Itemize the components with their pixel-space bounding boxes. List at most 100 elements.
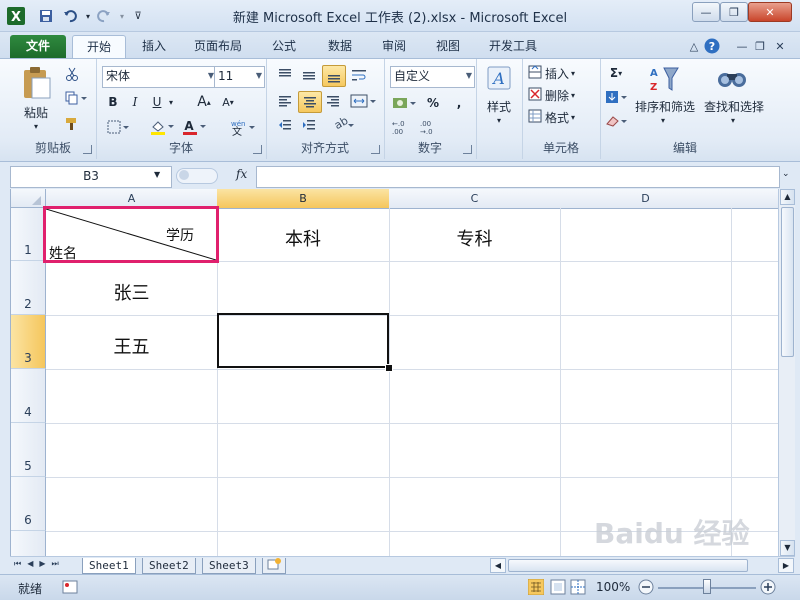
paste-button-label[interactable]: 粘贴 [16,103,56,121]
find-select-icon[interactable] [712,63,752,95]
tab-page-layout[interactable]: 页面布局 [186,35,250,58]
vertical-scroll-thumb[interactable] [781,207,794,357]
row-header-6[interactable]: 6 [11,477,46,531]
align-center-icon[interactable] [298,91,322,113]
normal-view-icon[interactable] [527,578,545,598]
orientation-icon[interactable]: ab [326,115,356,135]
clear-icon[interactable] [604,111,628,131]
copy-icon[interactable] [62,89,90,107]
borders-icon[interactable] [104,117,132,137]
row-header-7-partial[interactable] [11,531,46,556]
sheet-tab-2[interactable]: Sheet2 [142,558,196,574]
fill-handle[interactable] [385,364,393,372]
font-launcher-icon[interactable] [253,145,262,154]
format-painter-icon[interactable] [62,115,82,133]
sheet-tab-1[interactable]: Sheet1 [82,558,136,574]
fill-color-icon[interactable] [148,117,176,137]
align-left-icon[interactable] [274,91,296,111]
number-format-combo[interactable]: 自定义 ▼ [390,66,475,88]
align-middle-icon[interactable] [298,65,320,85]
align-bottom-icon[interactable] [322,65,346,87]
insert-function-icon[interactable]: fx [236,167,247,181]
increase-font-icon[interactable]: A ▴ [194,93,214,111]
column-header-d[interactable]: D [560,189,732,209]
underline-icon[interactable]: U [148,93,166,111]
fill-icon[interactable] [604,87,628,107]
sort-filter-label[interactable]: 排序和筛选 [630,97,700,115]
italic-icon[interactable]: I [126,93,144,111]
styles-icon[interactable]: A [484,63,514,93]
minimize-ribbon-icon[interactable]: △ [686,38,702,54]
number-format-dropdown-icon[interactable]: ▼ [466,67,472,85]
decrease-indent-icon[interactable] [274,115,296,135]
insert-sheet-icon[interactable] [262,558,286,574]
paste-dropdown-icon[interactable]: ▾ [26,121,46,131]
row-header-1[interactable]: 1 [11,208,46,261]
styles-button-label[interactable]: 样式 [478,97,520,115]
cell-c1[interactable]: 专科 [389,225,560,251]
currency-format-icon[interactable] [390,93,418,113]
zoom-level[interactable]: 100% [596,580,630,594]
help-icon[interactable]: ? [704,38,720,54]
comma-style-icon[interactable]: , [450,93,468,113]
formula-bar-splitter[interactable] [176,168,218,184]
font-size-combo[interactable]: 11 ▼ [214,66,265,88]
workbook-restore-icon[interactable]: ❐ [752,38,768,54]
phonetic-guide-icon[interactable]: wén 文 [226,117,256,137]
tab-review[interactable]: 审阅 [372,35,416,58]
percent-icon[interactable]: % [424,93,442,113]
page-layout-view-icon[interactable] [550,579,566,598]
macro-record-icon[interactable] [62,579,78,598]
formula-input[interactable] [256,166,780,188]
scroll-up-icon[interactable]: ▲ [780,189,795,205]
font-color-icon[interactable]: A [180,117,208,137]
scroll-down-icon[interactable]: ▼ [780,540,795,556]
cut-icon[interactable] [62,65,82,83]
increase-indent-icon[interactable] [298,115,320,135]
tab-file[interactable]: 文件 [10,35,66,58]
column-header-c[interactable]: C [389,189,561,209]
row-header-5[interactable]: 5 [11,423,46,477]
insert-cells-button[interactable]: 插入 ▾ [528,63,596,83]
bold-icon[interactable]: B [104,93,122,111]
decrease-font-icon[interactable]: A ▾ [218,93,238,111]
wrap-text-icon[interactable] [348,65,370,85]
styles-dropdown-icon[interactable]: ▾ [492,115,506,125]
row-header-2[interactable]: 2 [11,261,46,315]
tab-insert[interactable]: 插入 [134,35,174,58]
align-top-icon[interactable] [274,65,296,85]
sheet-nav-icons[interactable]: ⏮◀▶⏭ [14,559,65,569]
number-launcher-icon[interactable] [463,145,472,154]
tab-home[interactable]: 开始 [72,35,126,59]
row-header-3[interactable]: 3 [11,315,46,369]
row-header-4[interactable]: 4 [11,369,46,423]
increase-decimal-icon[interactable]: ←.0.00 [390,117,414,137]
expand-formula-bar-icon[interactable]: ⌄ [782,169,790,179]
active-cell-b3[interactable] [217,313,389,368]
cell-a3[interactable]: 王五 [46,333,217,359]
sheet-tab-3[interactable]: Sheet3 [202,558,256,574]
clipboard-launcher-icon[interactable] [83,145,92,154]
tab-data[interactable]: 数据 [318,35,362,58]
find-select-dropdown-icon[interactable]: ▾ [726,115,740,125]
name-box-dropdown-icon[interactable]: ▼ [154,170,160,179]
sort-filter-icon[interactable]: AZ [646,63,682,95]
font-name-combo[interactable]: 宋体 ▼ [102,66,217,88]
zoom-in-icon[interactable] [760,579,776,598]
zoom-slider-thumb[interactable] [703,579,711,594]
delete-cells-button[interactable]: 删除 ▾ [528,85,596,105]
cell-a1-diagonal-header[interactable]: 学历 姓名 [43,206,219,263]
workbook-minimize-icon[interactable]: — [734,38,750,54]
vertical-scrollbar[interactable]: ▲ ▼ [778,189,795,556]
zoom-out-icon[interactable] [638,579,654,598]
autosum-icon[interactable]: Σ ▾ [604,63,628,83]
name-box[interactable]: B3 [10,166,172,188]
cell-a2[interactable]: 张三 [46,279,217,305]
spreadsheet-grid[interactable]: A B C D 1 2 3 4 5 6 学历 姓名 本科 专科 张三 王五 [10,189,778,556]
column-header-e-partial[interactable] [731,189,778,209]
underline-dropdown-icon[interactable]: ▾ [166,93,176,111]
alignment-launcher-icon[interactable] [371,145,380,154]
workbook-close-icon[interactable]: ✕ [772,38,788,54]
tab-formulas[interactable]: 公式 [264,35,304,58]
decrease-decimal-icon[interactable]: .00 →.0 [418,117,442,137]
